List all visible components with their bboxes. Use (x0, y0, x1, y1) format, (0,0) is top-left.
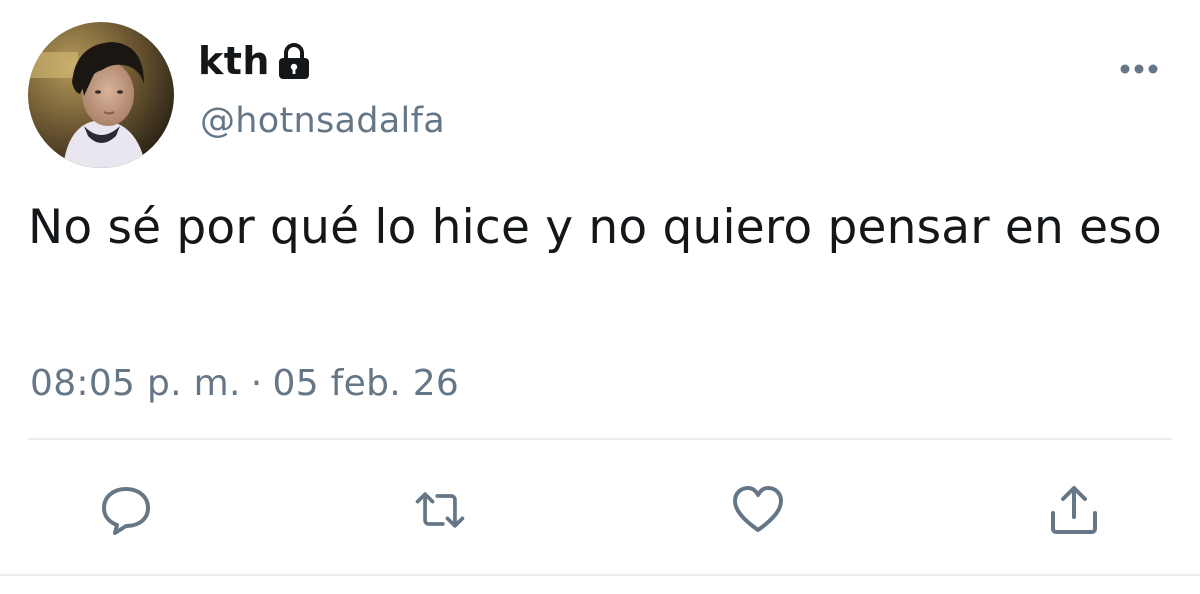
avatar[interactable] (28, 22, 174, 168)
lock-icon (276, 42, 312, 80)
tweet-text: No sé por qué lo hice y no quiero pensar… (28, 200, 1162, 255)
divider (28, 438, 1172, 440)
reply-button[interactable] (98, 482, 154, 538)
user-handle[interactable]: @hotnsadalfa (200, 104, 445, 139)
retweet-icon (415, 492, 465, 528)
author-name-row: kth (198, 36, 312, 86)
like-icon (733, 486, 783, 532)
share-button[interactable] (1046, 482, 1102, 538)
tweet-time: 08:05 p. m. (30, 363, 241, 404)
display-name[interactable]: kth (198, 42, 270, 80)
like-button[interactable] (730, 482, 786, 538)
tweet-date: 05 feb. 26 (272, 363, 460, 404)
share-icon (1051, 486, 1097, 534)
retweet-button[interactable] (412, 482, 468, 538)
timestamp-separator: · (250, 363, 263, 404)
tweet-timestamp[interactable]: 08:05 p. m. · 05 feb. 26 (30, 362, 459, 406)
tweet-card: kth @hotnsadalfa No sé por qué lo hice y… (0, 0, 1200, 594)
reply-icon (102, 487, 150, 535)
divider (0, 574, 1200, 576)
more-horizontal-icon[interactable] (1118, 58, 1160, 80)
avatar-photo (28, 22, 174, 168)
